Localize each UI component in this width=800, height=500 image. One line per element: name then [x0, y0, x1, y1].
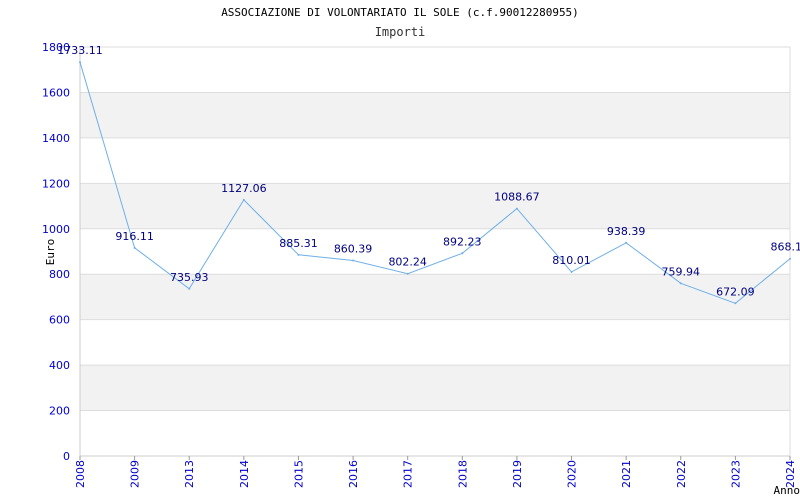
- y-tick-label: 1600: [42, 86, 70, 99]
- data-point: [625, 241, 628, 244]
- data-point: [352, 259, 355, 262]
- data-point: [679, 282, 682, 285]
- x-tick-label: 2019: [511, 460, 524, 488]
- x-tick-label: 2023: [729, 460, 742, 488]
- x-tick-label: 2020: [566, 460, 579, 488]
- y-tick-label: 1000: [42, 223, 70, 236]
- data-label: 802.24: [388, 256, 427, 269]
- x-tick-label: 2022: [675, 460, 688, 488]
- data-point: [515, 207, 518, 210]
- data-label: 672.09: [716, 285, 755, 298]
- data-label: 916.11: [115, 230, 154, 243]
- data-label: 759.94: [662, 265, 701, 278]
- x-tick-label: 2008: [74, 460, 87, 488]
- data-label: 1088.67: [494, 191, 540, 204]
- data-point: [133, 246, 136, 249]
- data-point: [188, 287, 191, 290]
- data-point: [789, 257, 791, 260]
- x-tick-label: 2016: [347, 460, 360, 488]
- data-label: 1127.06: [221, 182, 267, 195]
- x-tick-label: 2015: [292, 460, 305, 488]
- y-tick-label: 200: [49, 405, 70, 418]
- y-tick-label: 400: [49, 359, 70, 372]
- x-tick-label: 2014: [238, 460, 251, 488]
- data-label: 860.39: [334, 243, 373, 256]
- data-point: [406, 272, 409, 275]
- data-label: 868.1: [771, 241, 800, 254]
- data-label: 938.39: [607, 225, 646, 238]
- data-point: [297, 253, 300, 256]
- y-axis-label: Euro: [44, 239, 57, 266]
- x-tick-label: 2009: [129, 460, 142, 488]
- y-tick-label: 1400: [42, 132, 70, 145]
- data-point: [79, 61, 81, 64]
- data-point: [461, 252, 464, 255]
- x-tick-label: 2018: [456, 460, 469, 488]
- data-label: 885.31: [279, 237, 318, 250]
- x-axis-label: Anno: [774, 484, 800, 497]
- x-tick-label: 2021: [620, 460, 633, 488]
- data-label: 735.93: [170, 271, 209, 284]
- y-tick-label: 600: [49, 314, 70, 327]
- grid-band: [80, 183, 790, 229]
- data-label: 810.01: [552, 254, 591, 267]
- y-tick-label: 1200: [42, 177, 70, 190]
- line-chart: 0200400600800100012001400160018002008 200…: [42, 41, 800, 497]
- data-point: [242, 198, 245, 201]
- data-point: [734, 302, 737, 305]
- y-tick-label: 800: [49, 268, 70, 281]
- y-tick-label: 0: [63, 450, 70, 463]
- x-tick-label: 2017: [402, 460, 415, 488]
- data-label: 1733.11: [57, 44, 103, 57]
- data-label: 892.23: [443, 235, 482, 248]
- data-point: [570, 270, 573, 273]
- grid-band: [80, 365, 790, 411]
- grid-band: [80, 92, 790, 138]
- x-tick-label: 2013: [183, 460, 196, 488]
